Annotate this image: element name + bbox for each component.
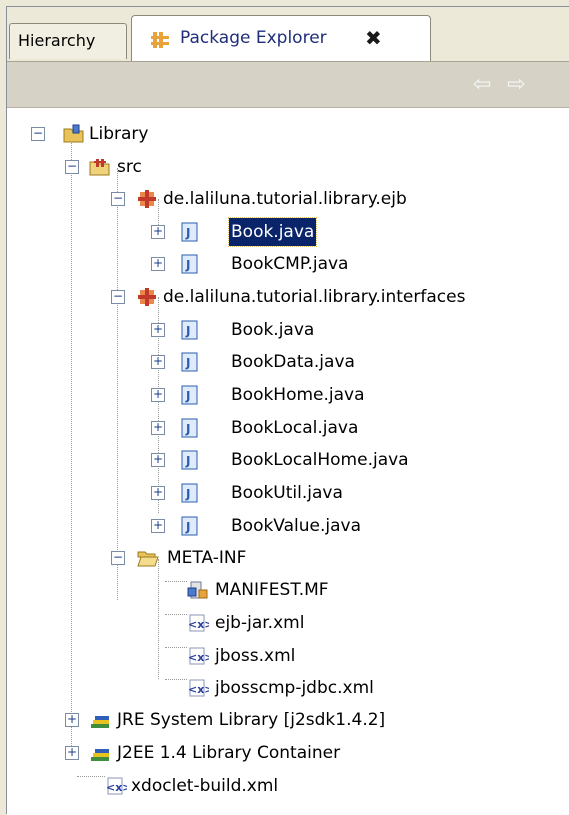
svg-text:<x>: <x>: [188, 618, 209, 631]
forward-arrow-icon[interactable]: ⇨: [507, 72, 525, 97]
project-folder-icon: [63, 124, 84, 144]
close-icon[interactable]: ✖: [365, 26, 382, 50]
tree-label: xdoclet-build.xml: [131, 776, 279, 796]
java-file-icon: J: [181, 320, 201, 340]
tree-label: META-INF: [167, 548, 247, 568]
java-file-icon: J: [181, 418, 201, 438]
svg-text:J: J: [185, 487, 190, 501]
tree-label: BookData.java: [231, 352, 355, 372]
collapse-toggle[interactable]: −: [111, 290, 125, 304]
tree-label: J2EE 1.4 Library Container: [117, 743, 341, 763]
svg-text:J: J: [185, 422, 190, 436]
package-tree: − Library − src − de.laliluna.tutorial.l…: [7, 108, 569, 815]
back-arrow-icon[interactable]: ⇦: [473, 72, 491, 97]
collapse-toggle[interactable]: −: [65, 160, 79, 174]
expand-toggle[interactable]: +: [65, 746, 79, 760]
expand-toggle[interactable]: +: [65, 713, 79, 727]
tree-label: BookValue.java: [231, 516, 362, 536]
tree-label: JRE System Library [j2sdk1.4.2]: [117, 710, 386, 730]
tab-hierarchy[interactable]: Hierarchy: [9, 23, 127, 59]
java-file-icon: J: [181, 483, 201, 503]
svg-text:J: J: [185, 389, 190, 403]
expand-toggle[interactable]: +: [151, 225, 165, 239]
xml-file-icon: <x>: [105, 776, 132, 796]
tree-label: Library: [89, 124, 149, 144]
expand-toggle[interactable]: +: [151, 388, 165, 402]
expand-toggle[interactable]: +: [151, 486, 165, 500]
tree-label-selected: Book.java: [227, 217, 318, 247]
java-file-icon: J: [181, 385, 201, 405]
svg-text:<x>: <x>: [106, 781, 127, 794]
java-file-icon: J: [181, 352, 201, 372]
tree-label: jboss.xml: [215, 646, 296, 666]
view-toolbar: ⇦ ⇨: [7, 61, 569, 108]
open-folder-icon: [137, 548, 159, 568]
expand-toggle[interactable]: +: [151, 421, 165, 435]
svg-text:J: J: [185, 226, 190, 240]
svg-text:<x>: <x>: [188, 651, 209, 664]
package-explorer-view: Hierarchy Package Explorer ✖ ⇦ ⇨ − Libra…: [6, 6, 569, 815]
xml-file-icon: <x>: [187, 613, 214, 633]
manifest-file-icon: [187, 580, 208, 600]
package-explorer-icon: [150, 30, 170, 54]
expand-toggle[interactable]: +: [151, 453, 165, 467]
svg-text:J: J: [185, 520, 190, 534]
java-file-icon: J: [181, 516, 201, 536]
java-file-icon: J: [181, 254, 201, 274]
package-icon: [137, 287, 157, 307]
tree-label: BookHome.java: [231, 385, 365, 405]
source-folder-icon: [89, 157, 110, 177]
svg-text:J: J: [185, 258, 190, 272]
tree-label: Book.java: [231, 320, 315, 340]
tree-label: src: [117, 157, 142, 177]
tree-label: MANIFEST.MF: [215, 580, 329, 600]
library-icon: [89, 710, 109, 730]
tree-label: de.laliluna.tutorial.library.ejb: [163, 189, 407, 209]
library-icon: [89, 743, 109, 763]
expand-toggle[interactable]: +: [151, 519, 165, 533]
tree-label: ejb-jar.xml: [215, 613, 305, 633]
tab-hierarchy-label: Hierarchy: [18, 31, 96, 50]
collapse-toggle[interactable]: −: [31, 127, 45, 141]
svg-text:J: J: [185, 356, 190, 370]
java-file-icon: J: [181, 450, 201, 470]
package-icon: [137, 189, 157, 209]
tree-label: BookLocalHome.java: [231, 450, 409, 470]
svg-text:<x>: <x>: [188, 683, 209, 696]
tree-label: BookLocal.java: [231, 418, 359, 438]
expand-toggle[interactable]: +: [151, 323, 165, 337]
tree-label: jbosscmp-jdbc.xml: [215, 678, 374, 698]
java-file-icon: J: [181, 222, 201, 242]
svg-text:J: J: [185, 324, 190, 338]
tree-label: BookCMP.java: [231, 254, 349, 274]
tab-package-explorer[interactable]: Package Explorer ✖: [131, 15, 431, 61]
svg-text:J: J: [185, 454, 190, 468]
tab-package-explorer-label: Package Explorer: [180, 28, 327, 48]
expand-toggle[interactable]: +: [151, 355, 165, 369]
tree-label: de.laliluna.tutorial.library.interfaces: [163, 287, 466, 307]
xml-file-icon: <x>: [187, 646, 214, 666]
expand-toggle[interactable]: +: [151, 257, 165, 271]
view-tab-strip: Hierarchy Package Explorer ✖: [7, 7, 569, 61]
xml-file-icon: <x>: [187, 678, 214, 698]
collapse-toggle[interactable]: −: [111, 192, 125, 206]
tree-label: BookUtil.java: [231, 483, 343, 503]
collapse-toggle[interactable]: −: [111, 551, 125, 565]
